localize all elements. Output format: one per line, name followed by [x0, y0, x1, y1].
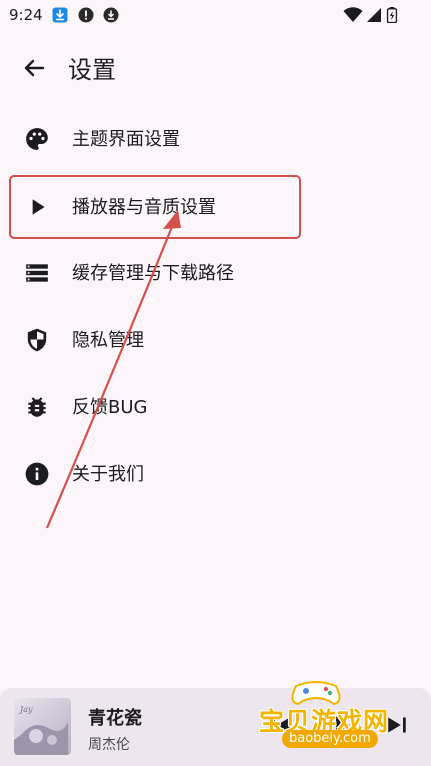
- alert-icon: [78, 7, 94, 23]
- menu-item-theme[interactable]: 主题界面设置: [0, 110, 431, 166]
- battery-icon: [386, 7, 398, 23]
- palette-icon: [26, 128, 48, 150]
- back-arrow-icon[interactable]: [18, 52, 50, 84]
- wifi-icon: [343, 7, 363, 22]
- bug-icon: [28, 397, 46, 417]
- status-time: 9:24: [9, 6, 43, 24]
- highlight-box: [9, 175, 301, 239]
- play-pause-icon[interactable]: [326, 710, 356, 740]
- menu-item-about[interactable]: 关于我们: [0, 445, 431, 501]
- download-icon: [52, 7, 68, 23]
- page-title: 设置: [68, 56, 116, 84]
- menu-item-label: 主题界面设置: [72, 129, 180, 150]
- storage-list-icon: [26, 264, 48, 282]
- menu-item-privacy[interactable]: 隐私管理: [0, 311, 431, 367]
- next-icon[interactable]: [382, 710, 412, 740]
- song-title: 青花瓷: [88, 708, 142, 729]
- signal-icon: [367, 8, 381, 22]
- menu-item-label: 反馈BUG: [72, 397, 148, 418]
- app-bar: 设置: [0, 40, 431, 96]
- menu-item-label: 隐私管理: [72, 330, 144, 351]
- svg-text:Jay: Jay: [18, 705, 33, 714]
- mini-player[interactable]: Jay 青花瓷 周杰伦: [0, 688, 431, 766]
- download-circle-icon: [103, 7, 119, 23]
- info-icon: [25, 462, 49, 486]
- menu-item-label: 缓存管理与下载路径: [72, 263, 234, 284]
- status-bar: 9:24: [0, 0, 431, 32]
- album-cover[interactable]: Jay: [14, 698, 71, 755]
- shield-icon: [27, 328, 47, 352]
- menu-item-label: 关于我们: [72, 464, 144, 485]
- song-artist: 周杰伦: [88, 737, 130, 753]
- previous-icon[interactable]: [266, 710, 296, 740]
- menu-item-cache-download[interactable]: 缓存管理与下载路径: [0, 244, 431, 300]
- menu-item-feedback-bug[interactable]: 反馈BUG: [0, 378, 431, 434]
